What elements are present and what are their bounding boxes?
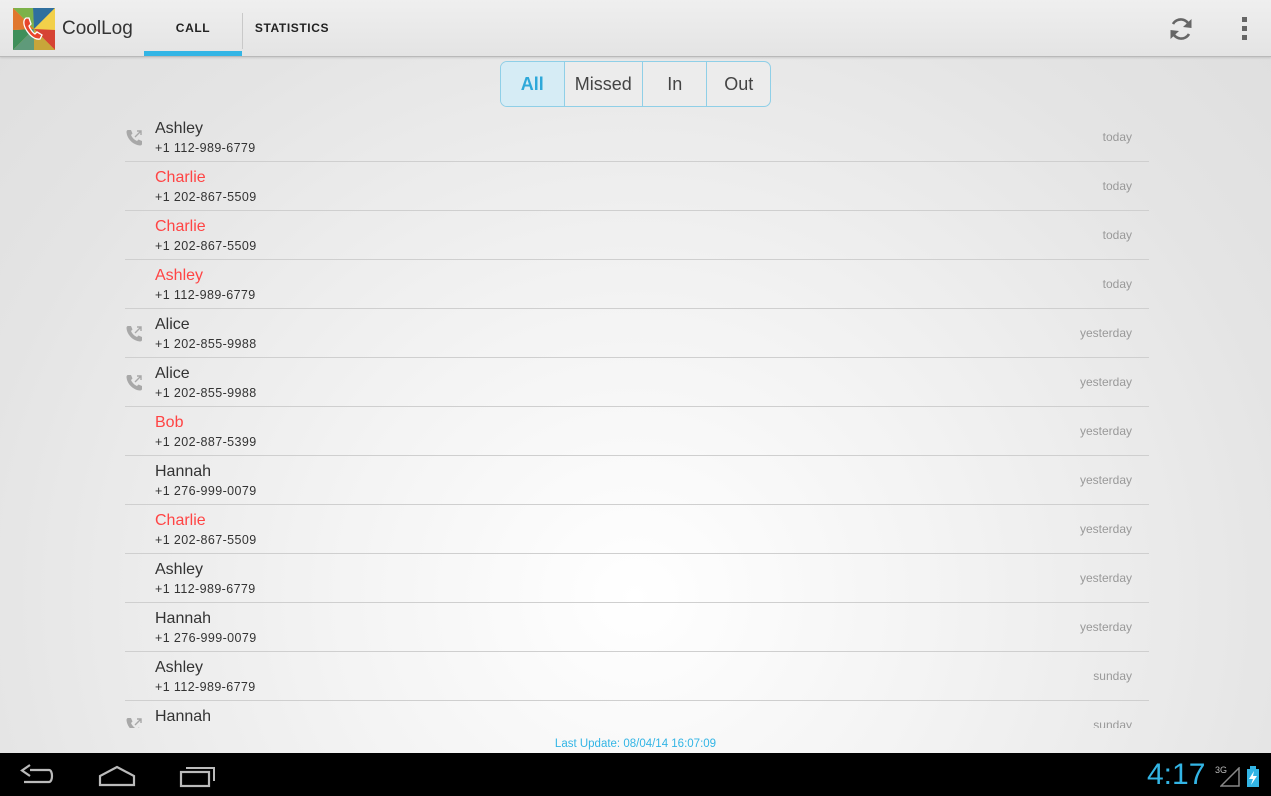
call-row[interactable]: Charlie +1 202-867-5509 today — [125, 211, 1149, 260]
phone-number: +1 276-999-0079 — [155, 484, 257, 498]
call-row[interactable]: Hannah +1 276-999-0079 yesterday — [125, 603, 1149, 652]
contact-name: Ashley — [155, 659, 204, 676]
last-update-text: Last Update: 08/04/14 16:07:09 — [554, 738, 717, 750]
call-row[interactable]: Ashley +1 112-989-6779 today — [125, 260, 1149, 309]
contact-name: Bob — [155, 414, 184, 431]
system-nav-bar: 4:17 3G — [0, 753, 1271, 796]
phone-number: +1 112-989-6779 — [155, 288, 256, 302]
contact-name: Hannah — [155, 610, 212, 627]
call-row[interactable]: Ashley +1 112-989-6779 yesterday — [125, 554, 1149, 603]
recent-apps-icon[interactable] — [179, 761, 217, 789]
back-icon[interactable] — [18, 761, 56, 789]
overflow-menu-icon[interactable] — [1238, 16, 1252, 42]
phone-number: +1 202-867-5509 — [155, 239, 257, 253]
outgoing-call-icon — [126, 718, 142, 728]
outgoing-call-icon — [126, 130, 142, 146]
call-row[interactable]: Alice +1 202-855-9988 yesterday — [125, 309, 1149, 358]
call-row[interactable]: Alice +1 202-855-9988 yesterday — [125, 358, 1149, 407]
phone-number: +1 202-855-9988 — [155, 386, 257, 400]
filter-out-button[interactable]: Out — [707, 62, 770, 106]
call-date: sunday — [1093, 669, 1132, 683]
contact-name: Hannah — [155, 708, 212, 725]
call-row[interactable]: Ashley +1 112-989-6779 sunday — [125, 652, 1149, 701]
call-date: yesterday — [1079, 620, 1132, 634]
phone-number: +1 276-999-0079 — [155, 631, 257, 645]
phone-number: +1 202-867-5509 — [155, 533, 257, 547]
call-date: today — [1102, 179, 1132, 193]
call-date: yesterday — [1079, 424, 1132, 438]
call-row[interactable]: Charlie +1 202-867-5509 today — [125, 162, 1149, 211]
app-logo-icon — [13, 8, 55, 50]
refresh-icon[interactable] — [1167, 15, 1195, 43]
contact-name: Alice — [155, 316, 190, 333]
call-date: yesterday — [1079, 473, 1132, 487]
call-date: yesterday — [1079, 522, 1132, 536]
contact-name: Charlie — [155, 169, 206, 186]
tab-call[interactable]: CALL — [144, 0, 242, 56]
phone-number: +1 112-989-6779 — [155, 141, 256, 155]
tab-statistics[interactable]: STATISTICS — [243, 0, 341, 56]
phone-number: +1 202-887-5399 — [155, 435, 257, 449]
contact-name: Ashley — [155, 267, 204, 284]
app-title: CoolLog — [62, 18, 133, 39]
contact-name: Hannah — [155, 463, 212, 480]
contact-name: Alice — [155, 365, 190, 382]
battery-charging-icon — [1247, 766, 1259, 787]
signal-strength-icon — [1220, 767, 1240, 787]
call-row[interactable]: Hannah sunday — [125, 701, 1149, 728]
action-bar: CoolLog CALL STATISTICS — [0, 0, 1271, 57]
phone-number: +1 112-989-6779 — [155, 582, 256, 596]
contact-name: Ashley — [155, 561, 204, 578]
outgoing-call-icon — [126, 375, 142, 391]
phone-number: +1 202-855-9988 — [155, 337, 257, 351]
call-row[interactable]: Ashley +1 112-989-6779 today — [125, 113, 1149, 162]
call-row[interactable]: Charlie +1 202-867-5509 yesterday — [125, 505, 1149, 554]
contact-name: Ashley — [155, 120, 204, 137]
status-clock: 4:17 — [1147, 758, 1206, 791]
call-date: yesterday — [1079, 375, 1132, 389]
contact-name: Charlie — [155, 218, 206, 235]
call-date: sunday — [1093, 718, 1132, 728]
filter-all-button[interactable]: All — [501, 62, 565, 106]
call-row[interactable]: Bob +1 202-887-5399 yesterday — [125, 407, 1149, 456]
call-date: today — [1102, 228, 1132, 242]
call-date: today — [1102, 130, 1132, 144]
contact-name: Charlie — [155, 512, 206, 529]
outgoing-call-icon — [126, 326, 142, 342]
filter-in-button[interactable]: In — [643, 62, 708, 106]
filter-missed-button[interactable]: Missed — [565, 62, 643, 106]
call-row[interactable]: Hannah +1 276-999-0079 yesterday — [125, 456, 1149, 505]
call-date: today — [1102, 277, 1132, 291]
phone-number: +1 112-989-6779 — [155, 680, 256, 694]
call-date: yesterday — [1079, 571, 1132, 585]
home-icon[interactable] — [98, 761, 136, 789]
call-list[interactable]: Ashley +1 112-989-6779 today Charlie +1 … — [125, 113, 1149, 728]
phone-number: +1 202-867-5509 — [155, 190, 257, 204]
call-type-filter: All Missed In Out — [500, 61, 771, 107]
call-date: yesterday — [1079, 326, 1132, 340]
